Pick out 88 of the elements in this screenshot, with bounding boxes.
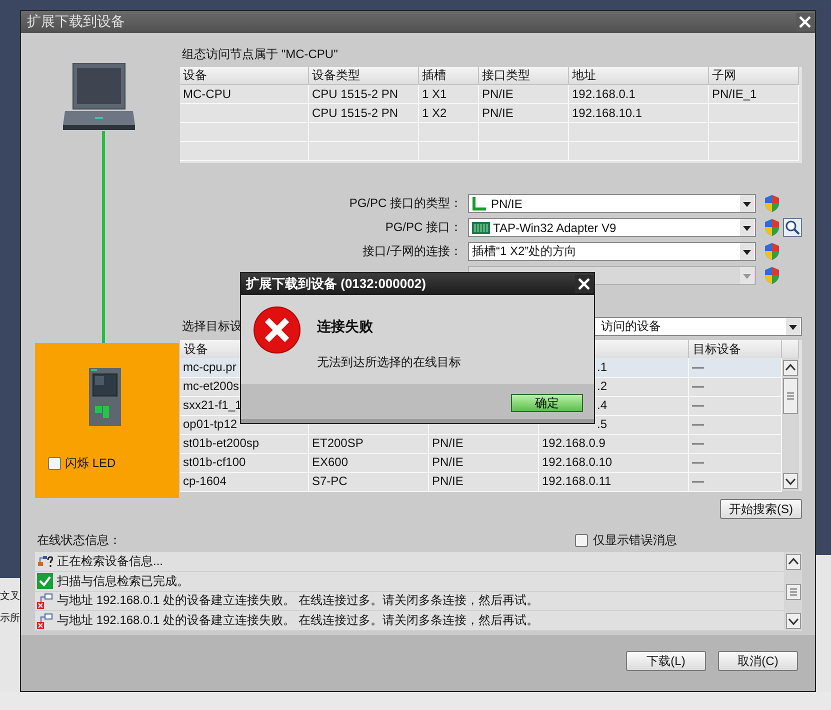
table-cell: — (689, 472, 782, 492)
dropdown[interactable]: PN/IE (468, 194, 756, 213)
table-cell: 192.168.0.11 (539, 472, 689, 492)
field-label: 接口/子网的连接： (362, 243, 462, 260)
checkbox-label: 仅显示错误消息 (593, 532, 677, 548)
table-cell: — (689, 358, 782, 378)
table-cell: st01b-cf100 (180, 453, 309, 473)
error-icon (253, 306, 301, 354)
column-header: 目标设备 (689, 340, 782, 358)
scroll-down-icon[interactable] (783, 473, 798, 489)
table-cell: 192.168.10.1 (569, 104, 709, 123)
status-message: 扫描与信息检索已完成。 (57, 572, 189, 590)
table-cell: cp-1604 (180, 472, 309, 492)
close-icon[interactable] (575, 275, 593, 293)
field-label: PG/PC 接口的类型： (348, 195, 462, 212)
checkbox[interactable] (575, 534, 588, 546)
header-corner (782, 340, 799, 358)
table-cell: 1 X1 (419, 85, 479, 104)
table-cell: 1 X2 (419, 104, 479, 123)
table-cell: PN/IE (479, 85, 569, 104)
shield-icon (764, 195, 780, 212)
table-cell: PN/IE_1 (709, 85, 799, 104)
table-cell: PN/IE (429, 472, 539, 492)
table-cell: CPU 1515-2 PN (309, 85, 419, 104)
table-cell: — (689, 434, 782, 454)
table-cell: — (689, 377, 782, 397)
table-cell: 192.168.0.10 (539, 453, 689, 473)
dropdown[interactable]: 插槽“1 X2”处的方向 (468, 242, 756, 261)
status-message: 与地址 192.168.0.1 处的设备建立连接失败。 在线连接过多。请关闭多条连接，然后再试。 (57, 612, 538, 630)
table-cell: MC-CPU (180, 85, 309, 104)
table-cell: — (689, 415, 782, 435)
field-label: 选择目标设 (181, 318, 243, 335)
scrollbar[interactable] (782, 358, 799, 491)
table-cell: PN/IE (429, 453, 539, 473)
table-cell: st01b-et200sp (180, 434, 309, 454)
table-cell: — (689, 396, 782, 416)
check-icon (37, 573, 53, 590)
scroll-thumb-icon[interactable] (786, 584, 800, 600)
scroll-up-icon[interactable] (783, 360, 798, 376)
dialog-button[interactable]: 下载(L) (626, 651, 706, 671)
network-query-icon (37, 553, 53, 570)
table-cell: ET200SP (309, 434, 429, 454)
scroll-up-icon[interactable] (786, 554, 800, 570)
shield-icon (764, 267, 780, 284)
ok-button[interactable]: 确定 (511, 394, 583, 412)
scrollbar[interactable] (784, 552, 802, 631)
network-card-icon (472, 220, 490, 234)
network-error-icon (37, 612, 53, 629)
dialog-title: 扩展下载到设备 (0132:000002) (246, 275, 426, 293)
column-header: 设备 (180, 67, 309, 85)
shield-icon (764, 219, 780, 236)
window-title: 扩展下载到设备 (27, 13, 125, 31)
table-cell: EX600 (309, 453, 429, 473)
plc-module-icon (89, 368, 121, 426)
search-icon[interactable] (783, 218, 802, 237)
dropdown[interactable]: TAP-Win32 Adapter V9 (468, 218, 756, 237)
dialog-heading: 连接失败 (317, 318, 374, 336)
close-icon[interactable] (796, 13, 814, 31)
dialog-button[interactable]: 取消(C) (718, 651, 798, 671)
table-cell: — (689, 453, 782, 473)
background-text: 文叉 (0, 591, 20, 603)
dialog-message: 无法到达所选择的在线目标 (317, 354, 461, 371)
status-message: 正在检索设备信息... (57, 552, 164, 570)
column-header: 接口类型 (479, 67, 569, 85)
laptop-icon (63, 63, 135, 131)
column-header: 子网 (709, 67, 799, 85)
background-text: 示所 (0, 613, 20, 625)
column-header: 地址 (569, 67, 709, 85)
table-cell: CPU 1515-2 PN (309, 104, 419, 123)
section-caption: 组态访问节点属于 "MC-CPU" (181, 46, 339, 63)
table-cell: PN/IE (479, 104, 569, 123)
field-label: PG/PC 接口： (384, 219, 462, 236)
status-message: 与地址 192.168.0.1 处的设备建立连接失败。 在线连接过多。请关闭多条连接，然后再试。 (57, 592, 538, 610)
shield-icon (764, 243, 780, 260)
section-label: 在线状态信息： (37, 532, 121, 548)
table-cell: S7-PC (309, 472, 429, 492)
column-header: 设备类型 (309, 67, 419, 85)
column-header: 插槽 (419, 67, 479, 85)
scroll-thumb-icon[interactable] (783, 378, 798, 414)
table-cell: 192.168.0.1 (569, 85, 709, 104)
table-cell: 192.168.0.9 (539, 434, 689, 454)
checkbox[interactable] (48, 457, 61, 470)
scroll-down-icon[interactable] (786, 613, 800, 629)
network-icon (472, 196, 488, 210)
table-cell: PN/IE (429, 434, 539, 454)
checkbox-label: 闪烁 LED (65, 455, 116, 472)
network-error-icon (37, 592, 53, 609)
search-button[interactable]: 开始搜索(S) (720, 499, 802, 519)
